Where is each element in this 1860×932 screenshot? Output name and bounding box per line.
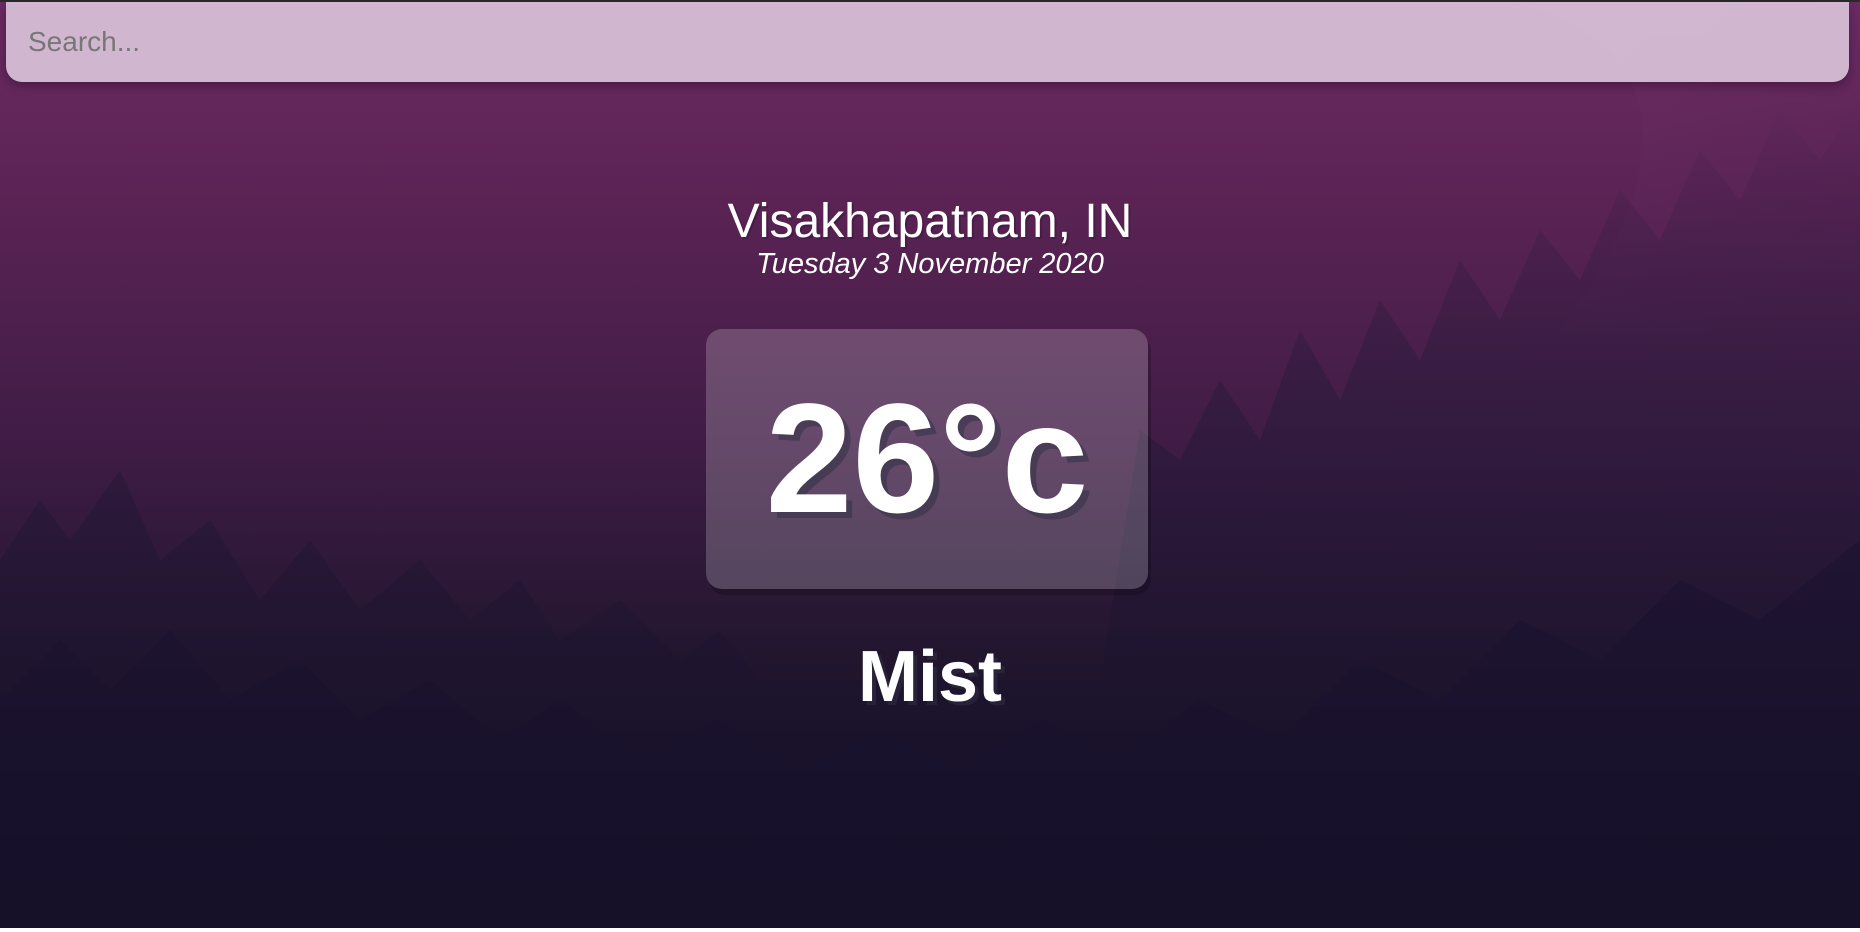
search-input[interactable] bbox=[6, 2, 1849, 82]
bottom-edge bbox=[0, 928, 1860, 932]
search-bar bbox=[6, 2, 1849, 82]
weather-app: Visakhapatnam, IN Tuesday 3 November 202… bbox=[0, 0, 1860, 932]
current-date: Tuesday 3 November 2020 bbox=[756, 248, 1104, 280]
weather-condition: Mist bbox=[858, 637, 1002, 717]
location-name: Visakhapatnam, IN bbox=[727, 195, 1133, 248]
temperature-card: 26°c bbox=[706, 329, 1148, 589]
temperature-value: 26°c bbox=[765, 372, 1089, 546]
